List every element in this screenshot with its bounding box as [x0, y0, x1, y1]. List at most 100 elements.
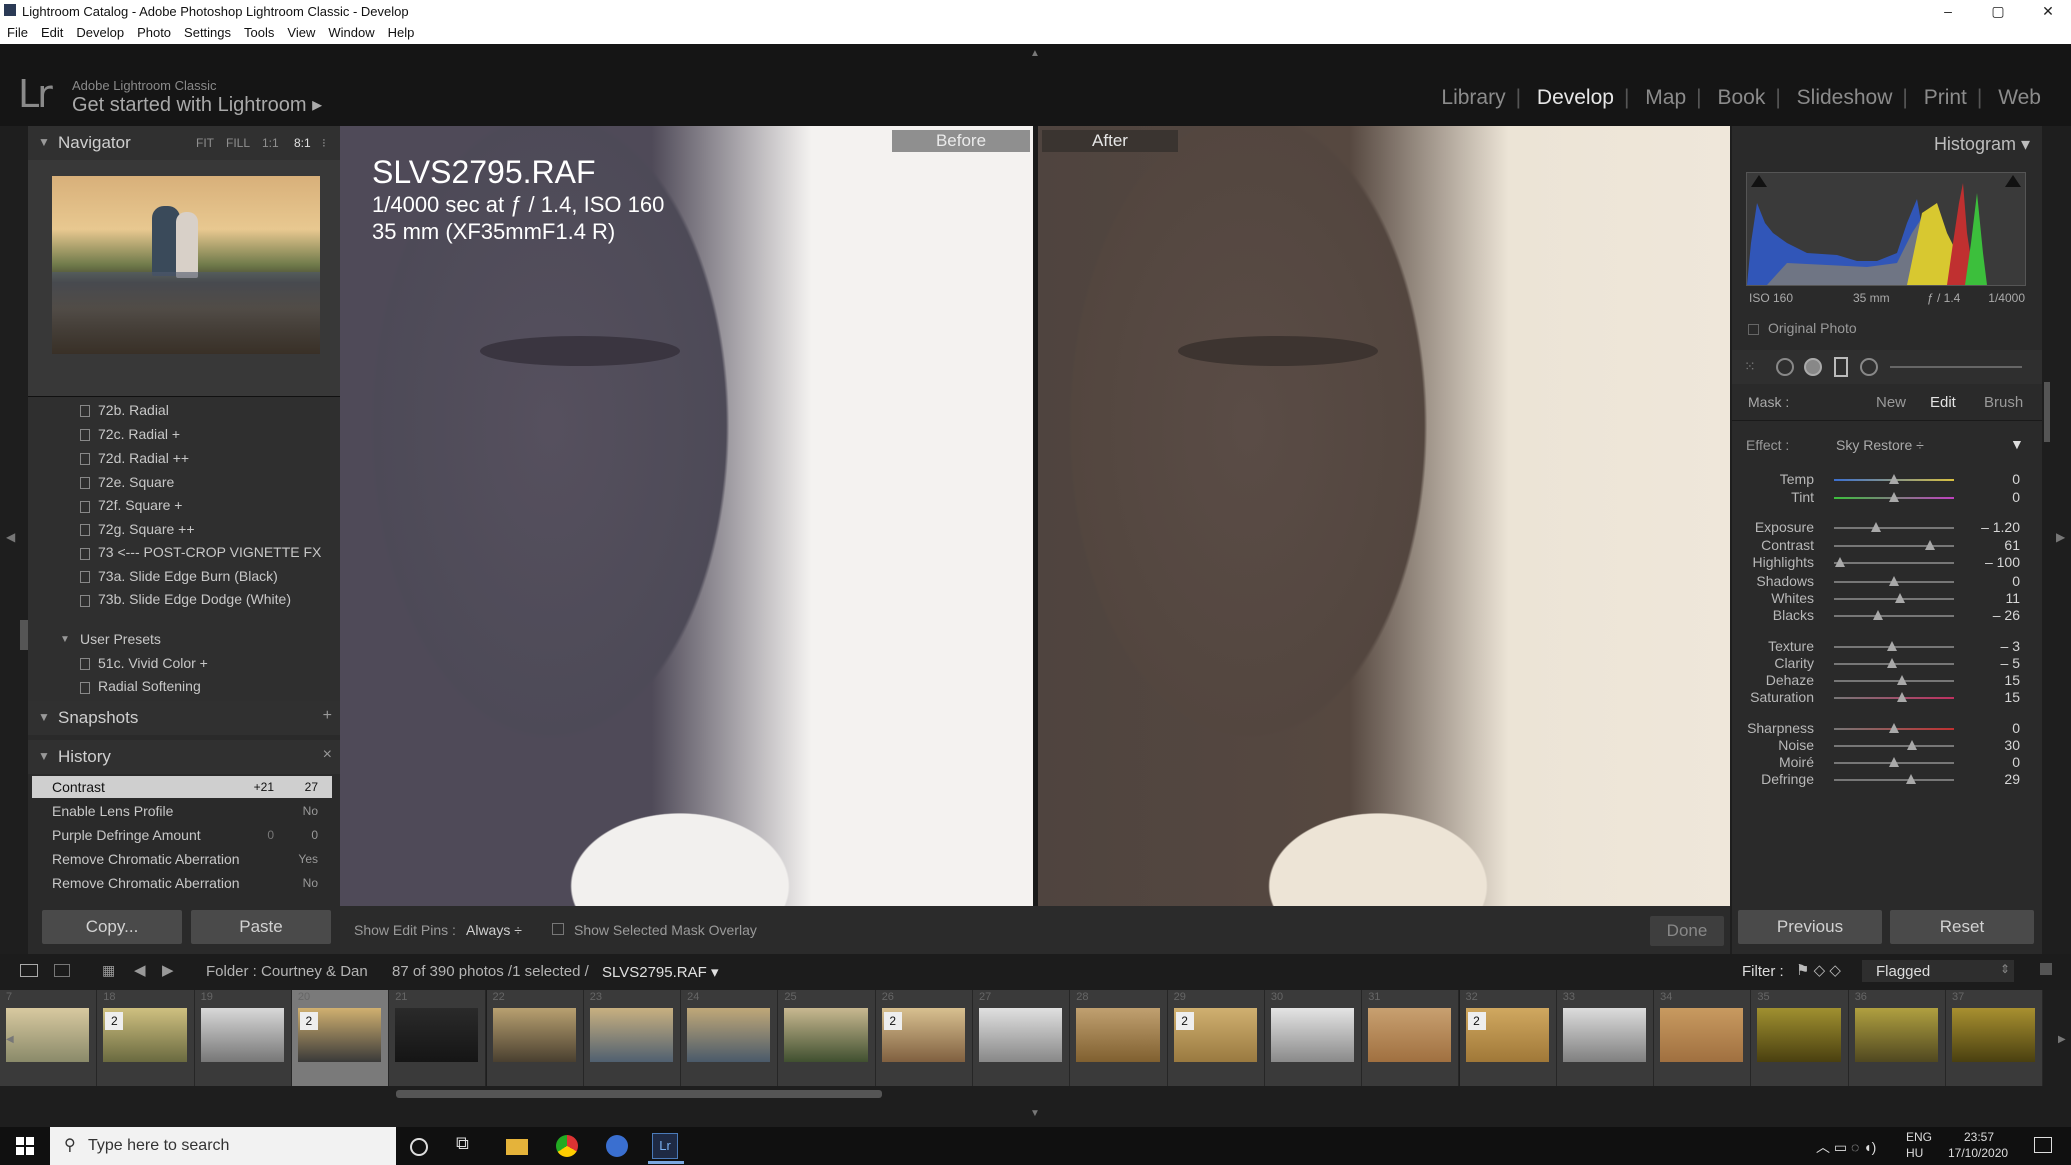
menu-tools[interactable]: Tools	[237, 22, 280, 40]
history-row[interactable]: Remove Chromatic Aberration Yes	[32, 848, 332, 870]
collapse-bottom-arrow-icon[interactable]: ▼	[1030, 1108, 1040, 1119]
filmstrip-thumbnail[interactable]: 7	[0, 990, 98, 1086]
zoom-menu-icon[interactable]: ⁝	[322, 136, 326, 150]
zoom-8-1[interactable]: 8:1	[294, 136, 311, 150]
chrome-icon[interactable]	[556, 1135, 578, 1157]
slider-thumb[interactable]	[1871, 522, 1881, 532]
history-row[interactable]: Remove Chromatic Aberration No	[32, 872, 332, 894]
thumbnail-image[interactable]	[589, 1008, 674, 1062]
filmstrip-thumbnail[interactable]: 29 2	[1167, 990, 1265, 1086]
filmstrip-thumbnail[interactable]: 18 2	[97, 990, 195, 1086]
clear-history-button[interactable]: ×	[323, 746, 332, 764]
filmstrip-thumbnail[interactable]: 27	[973, 990, 1071, 1086]
left-panel-toggle-icon[interactable]: ◀	[6, 530, 15, 544]
lang-eng[interactable]: ENG	[1906, 1130, 1932, 1144]
slider-saturation[interactable]: Saturation 15	[1732, 687, 2042, 707]
preset-item[interactable]: 72g. Square ++	[98, 521, 195, 537]
minimize-button[interactable]: –	[1925, 0, 1971, 22]
history-row[interactable]: Enable Lens Profile No	[32, 800, 332, 822]
filmstrip-thumbnail[interactable]: 20 2	[291, 990, 390, 1086]
filmstrip-thumbnail[interactable]: 24	[681, 990, 779, 1086]
preset-item[interactable]: 51c. Vivid Color +	[98, 655, 208, 671]
app-icon[interactable]	[606, 1135, 628, 1157]
thumbnail-image[interactable]	[6, 1008, 90, 1062]
thumbnail-image[interactable]	[1660, 1008, 1744, 1062]
slider-value[interactable]: – 100	[1985, 554, 2020, 570]
main-window-icon[interactable]	[20, 964, 38, 977]
slider-thumb[interactable]	[1873, 610, 1884, 620]
current-file-select[interactable]: SLVS2795.RAF ▾	[602, 963, 718, 981]
thumbnail-image[interactable]	[1270, 1008, 1355, 1062]
clock-time[interactable]: 23:57	[1964, 1130, 1994, 1144]
slider-track[interactable]	[1834, 680, 1954, 682]
thumbnail-image[interactable]	[395, 1008, 479, 1062]
previous-button[interactable]: Previous	[1738, 910, 1882, 944]
right-panel-scrollbar[interactable]	[2044, 382, 2050, 442]
brush-slider[interactable]	[1890, 366, 2022, 368]
menu-view[interactable]: View	[280, 22, 321, 40]
navigator-thumbnail[interactable]	[52, 176, 320, 354]
lang-hu[interactable]: HU	[1906, 1146, 1923, 1160]
slider-highlights[interactable]: Highlights – 100	[1732, 552, 2042, 572]
graduated-filter-icon[interactable]	[1834, 357, 1848, 377]
slider-thumb[interactable]	[1889, 474, 1899, 484]
thumbnail-image[interactable]	[687, 1008, 771, 1062]
slider-track[interactable]	[1834, 527, 1954, 529]
slider-value[interactable]: 11	[2005, 590, 2020, 606]
slider-thumb[interactable]	[1897, 675, 1908, 685]
done-button[interactable]: Done	[1650, 916, 1724, 946]
thumbnail-image[interactable]	[979, 1008, 1063, 1062]
after-image[interactable]: After	[1038, 126, 1730, 906]
thumbnail-image[interactable]	[1562, 1008, 1647, 1062]
navigator-header[interactable]: ▼ Navigator FIT FILL 1:1 8:1 ⁝	[28, 126, 340, 160]
slider-thumb[interactable]	[1905, 774, 1916, 784]
filter-select[interactable]: Flagged ⇕	[1862, 960, 2014, 982]
thumbnail-image[interactable]	[784, 1008, 868, 1062]
preset-item[interactable]: 72b. Radial	[98, 402, 169, 418]
slider-thumb[interactable]	[1889, 723, 1899, 733]
effect-dropdown-icon[interactable]: ▼	[2010, 436, 2024, 452]
second-window-icon[interactable]	[54, 964, 70, 977]
windows-start-icon[interactable]	[16, 1137, 34, 1155]
slider-value[interactable]: 30	[2004, 737, 2020, 753]
thumbnail-image[interactable]	[1757, 1008, 1841, 1062]
slider-value[interactable]: 61	[2004, 537, 2020, 553]
preset-item[interactable]: Radial Softening	[98, 678, 201, 694]
before-image[interactable]: SLVS2795.RAF 1/4000 sec at ƒ / 1.4, ISO …	[340, 126, 1033, 906]
module-print[interactable]: Print	[1924, 86, 1967, 109]
flag-filter-icon[interactable]: ⚑ ◇ ◇	[1796, 961, 1841, 979]
menu-settings[interactable]: Settings	[177, 22, 237, 40]
slider-value[interactable]: 0	[2012, 573, 2020, 589]
original-photo-checkbox[interactable]	[1748, 324, 1759, 335]
filmstrip-left-arrow-icon[interactable]: ◀	[6, 1034, 14, 1045]
slider-value[interactable]: – 5	[2001, 655, 2020, 671]
filmstrip-thumbnail[interactable]: 33	[1556, 990, 1655, 1086]
slider-value[interactable]: – 26	[1993, 607, 2020, 623]
history-row[interactable]: Purple Defringe Amount 0 0	[32, 824, 332, 846]
preset-item[interactable]: 73 <--- POST-CROP VIGNETTE FX	[98, 544, 321, 560]
get-started-link[interactable]: Get started with Lightroom ▸	[72, 92, 322, 117]
stack-count-badge[interactable]: 2	[299, 1012, 318, 1030]
tray-icons[interactable]: ︿ ▭ ◌ ◖)	[1816, 1137, 1876, 1157]
filmstrip-thumbnail[interactable]: 28	[1070, 990, 1168, 1086]
module-slideshow[interactable]: Slideshow	[1797, 86, 1893, 109]
maximize-button[interactable]: ▢	[1975, 0, 2021, 22]
slider-track[interactable]	[1834, 562, 1954, 564]
slider-tint[interactable]: Tint 0	[1732, 487, 2042, 507]
filmstrip-thumbnail[interactable]: 36	[1848, 990, 1946, 1086]
slider-exposure[interactable]: Exposure – 1.20	[1732, 517, 2042, 537]
add-snapshot-button[interactable]: +	[323, 707, 332, 725]
slider-defringe[interactable]: Defringe 29	[1732, 769, 2042, 789]
filmstrip-thumbnail[interactable]: 22	[486, 990, 584, 1086]
menu-develop[interactable]: Develop	[69, 22, 130, 40]
slider-thumb[interactable]	[1889, 492, 1899, 502]
slider-thumb[interactable]	[1886, 641, 1897, 651]
thumbnail-image[interactable]	[1952, 1008, 2036, 1062]
zoom-1-1[interactable]: 1:1	[262, 136, 279, 150]
slider-thumb[interactable]	[1897, 692, 1908, 702]
slider-thumb[interactable]	[1889, 757, 1899, 767]
preset-item[interactable]: 72d. Radial ++	[98, 450, 189, 466]
filmstrip-thumbnail[interactable]: 30	[1264, 990, 1363, 1086]
slider-track[interactable]	[1834, 545, 1954, 547]
slider-thumb[interactable]	[1895, 593, 1905, 603]
